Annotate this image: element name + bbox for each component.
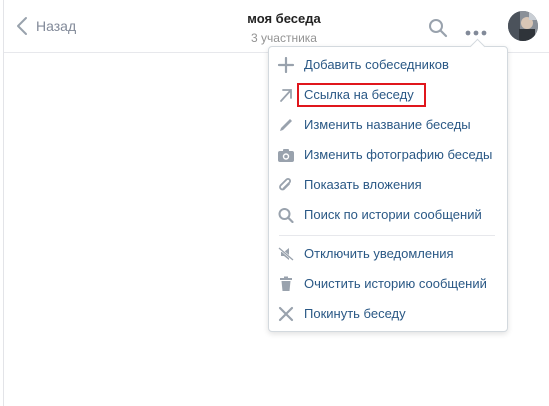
menu-item-label: Покинуть беседу xyxy=(304,306,406,321)
menu-item-label: Изменить название беседы xyxy=(304,117,471,132)
chat-title: моя беседа xyxy=(247,11,321,26)
menu-item-search-history[interactable]: Поиск по истории сообщений xyxy=(269,201,507,229)
menu-item-rename-chat[interactable]: Изменить название беседы xyxy=(269,111,507,139)
menu-item-change-photo[interactable]: Изменить фотографию беседы xyxy=(269,141,507,169)
close-icon xyxy=(277,306,295,322)
annotation-highlight-box xyxy=(297,83,426,107)
menu-item-leave-chat[interactable]: Покинуть беседу xyxy=(269,300,507,328)
paperclip-icon xyxy=(277,177,295,193)
window-left-border xyxy=(3,0,4,406)
menu-item-label: Изменить фотографию беседы xyxy=(304,147,493,162)
plus-icon xyxy=(277,57,295,73)
arrow-up-right-icon xyxy=(277,87,295,103)
pencil-icon xyxy=(277,117,295,133)
chat-actions-menu: Добавить собеседников Ссылка на беседу И… xyxy=(268,38,508,332)
back-button[interactable]: Назад xyxy=(16,16,76,36)
search-icon xyxy=(277,207,295,223)
menu-divider xyxy=(279,235,495,236)
menu-item-show-attachments[interactable]: Показать вложения xyxy=(269,171,507,199)
trash-icon xyxy=(277,276,295,292)
chevron-left-icon xyxy=(16,16,28,36)
menu-item-label: Отключить уведомления xyxy=(304,246,454,261)
search-button[interactable] xyxy=(428,18,448,38)
chat-avatar[interactable] xyxy=(508,11,538,41)
search-icon xyxy=(428,19,448,42)
menu-item-label: Очистить историю сообщений xyxy=(304,276,487,291)
chat-title-block[interactable]: моя беседа 3 участника xyxy=(224,11,344,46)
bell-off-icon xyxy=(277,246,295,262)
camera-icon xyxy=(277,147,295,163)
menu-item-label: Добавить собеседников xyxy=(304,57,449,72)
menu-item-clear-history[interactable]: Очистить историю сообщений xyxy=(269,270,507,298)
back-label: Назад xyxy=(36,18,77,34)
chat-members-count: 3 участника xyxy=(251,31,317,45)
menu-item-add-members[interactable]: Добавить собеседников xyxy=(269,51,507,79)
menu-item-mute-notifications[interactable]: Отключить уведомления xyxy=(269,240,507,268)
menu-item-label: Показать вложения xyxy=(304,177,422,192)
menu-item-label: Поиск по истории сообщений xyxy=(304,207,482,222)
more-actions-button[interactable] xyxy=(464,24,488,36)
